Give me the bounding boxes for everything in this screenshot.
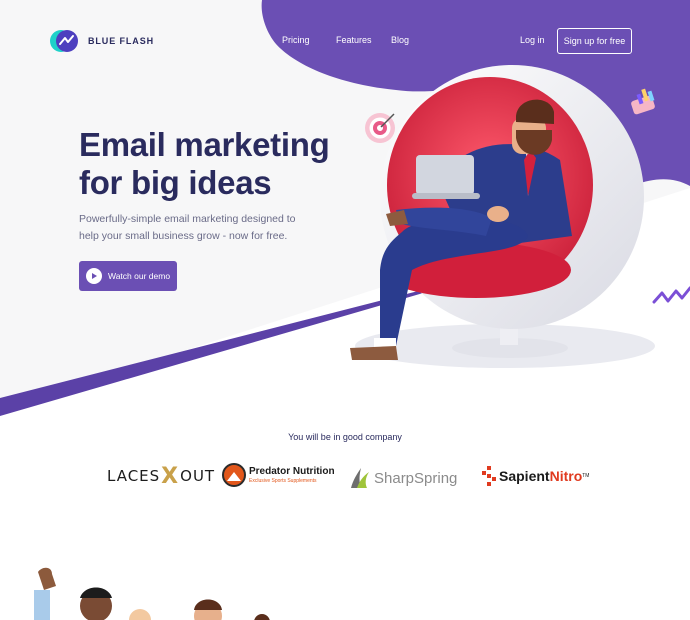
predator-nutrition-logo: Predator Nutrition Exclusive Sports Supp…: [222, 463, 335, 487]
hero-title-line-2: for big ideas: [79, 164, 272, 201]
hero-subtitle-line-2: help your small business grow - now for …: [79, 230, 288, 242]
hero-title: Email marketing for big ideas: [79, 126, 379, 202]
sharpspring-logo: SharpSpring: [347, 466, 457, 490]
sapient-part-1: Sapient: [499, 468, 550, 484]
sapient-tm: TM: [582, 473, 590, 479]
predator-tagline: Exclusive Sports Supplements: [249, 477, 317, 484]
nav-blog[interactable]: Blog: [391, 35, 409, 45]
laces-out-logo: LACES X OUT: [107, 463, 216, 489]
sapient-logo-icon: [482, 466, 496, 486]
laces-left-text: LACES: [107, 467, 161, 485]
hero-title-line-1: Email marketing: [79, 126, 330, 163]
team-characters-illustration: [34, 567, 270, 620]
play-icon: [86, 268, 102, 284]
companies-heading: You will be in good company: [288, 432, 402, 442]
sharpspring-name: SharpSpring: [374, 469, 458, 487]
background-illustration: [0, 0, 690, 620]
signup-button[interactable]: Sign up for free: [557, 28, 632, 54]
sapient-part-2: Nitro: [549, 468, 583, 484]
brand-name: BLUE FLASH: [88, 36, 154, 46]
brand-logo[interactable]: BLUE FLASH: [50, 28, 154, 54]
laces-right-text: OUT: [180, 467, 216, 485]
zigzag-icon: [652, 286, 690, 304]
nav-pricing[interactable]: Pricing: [282, 35, 310, 45]
sharpspring-logo-icon: [351, 468, 369, 488]
hero-subtitle-line-1: Powerfully-simple email marketing design…: [79, 213, 296, 225]
nav-features[interactable]: Features: [336, 35, 372, 45]
hero-subtitle: Powerfully-simple email marketing design…: [79, 211, 319, 245]
watch-demo-label: Watch our demo: [108, 271, 171, 281]
predator-name: Predator Nutrition: [249, 465, 335, 477]
login-link[interactable]: Log in: [520, 35, 545, 45]
logo-mark-icon: [50, 28, 80, 54]
sapientnitro-logo: Sapient Nitro TM: [482, 466, 589, 486]
watch-demo-button[interactable]: Watch our demo: [79, 261, 177, 291]
predator-logo-icon: [222, 463, 246, 487]
laces-x-mark: X: [161, 463, 180, 489]
